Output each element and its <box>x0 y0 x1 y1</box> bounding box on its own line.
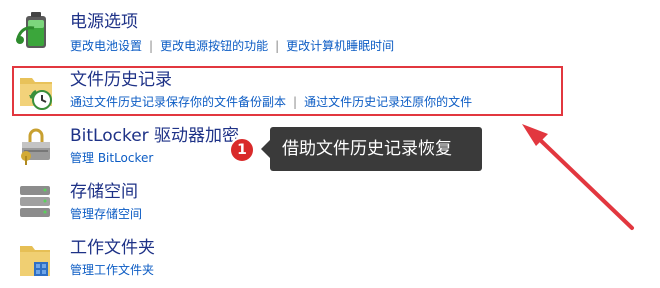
link-separator: | <box>275 39 280 53</box>
link-separator: | <box>293 95 298 109</box>
change-battery-settings-link[interactable]: 更改电池设置 <box>70 39 142 53</box>
backup-files-link[interactable]: 通过文件历史记录保存你的文件备份副本 <box>70 95 286 109</box>
manage-storage-spaces-link[interactable]: 管理存储空间 <box>70 207 142 221</box>
item-title[interactable]: 工作文件夹 <box>70 238 155 258</box>
power-battery-icon[interactable] <box>14 8 58 52</box>
item-links: 管理存储空间 <box>70 206 142 222</box>
restore-files-link[interactable]: 通过文件历史记录还原你的文件 <box>304 95 472 109</box>
change-sleep-time-link[interactable]: 更改计算机睡眠时间 <box>286 39 394 53</box>
item-links: 通过文件历史记录保存你的文件备份副本 | 通过文件历史记录还原你的文件 <box>70 94 472 110</box>
item-title[interactable]: 电源选项 <box>70 12 138 32</box>
change-power-button-link[interactable]: 更改电源按钮的功能 <box>160 39 268 53</box>
file-history-item: 文件历史记录 通过文件历史记录保存你的文件备份副本 | 通过文件历史记录还原你的文件 <box>0 62 660 120</box>
item-links: 更改电池设置 | 更改电源按钮的功能 | 更改计算机睡眠时间 <box>70 38 394 54</box>
link-separator: | <box>149 39 154 53</box>
item-title[interactable]: 存储空间 <box>70 182 138 202</box>
manage-bitlocker-link[interactable]: 管理 BitLocker <box>70 151 153 165</box>
storage-spaces-item: 存储空间 管理存储空间 <box>0 178 660 234</box>
item-links: 管理工作文件夹 <box>70 262 154 278</box>
file-history-icon[interactable] <box>14 68 58 112</box>
manage-work-folders-link[interactable]: 管理工作文件夹 <box>70 263 154 277</box>
item-title[interactable]: BitLocker 驱动器加密 <box>70 126 239 146</box>
work-folders-item: 工作文件夹 管理工作文件夹 <box>0 234 660 288</box>
tooltip-tail <box>261 140 270 158</box>
power-options-item: 电源选项 更改电池设置 | 更改电源按钮的功能 | 更改计算机睡眠时间 <box>0 0 660 60</box>
step-number-badge: 1 <box>229 137 255 163</box>
work-folders-icon[interactable] <box>14 238 58 282</box>
tooltip-callout: 借助文件历史记录恢复 <box>270 127 482 171</box>
bitlocker-icon[interactable] <box>14 124 58 168</box>
item-links: 管理 BitLocker <box>70 150 153 166</box>
storage-spaces-icon[interactable] <box>14 180 58 224</box>
item-title[interactable]: 文件历史记录 <box>70 70 172 90</box>
